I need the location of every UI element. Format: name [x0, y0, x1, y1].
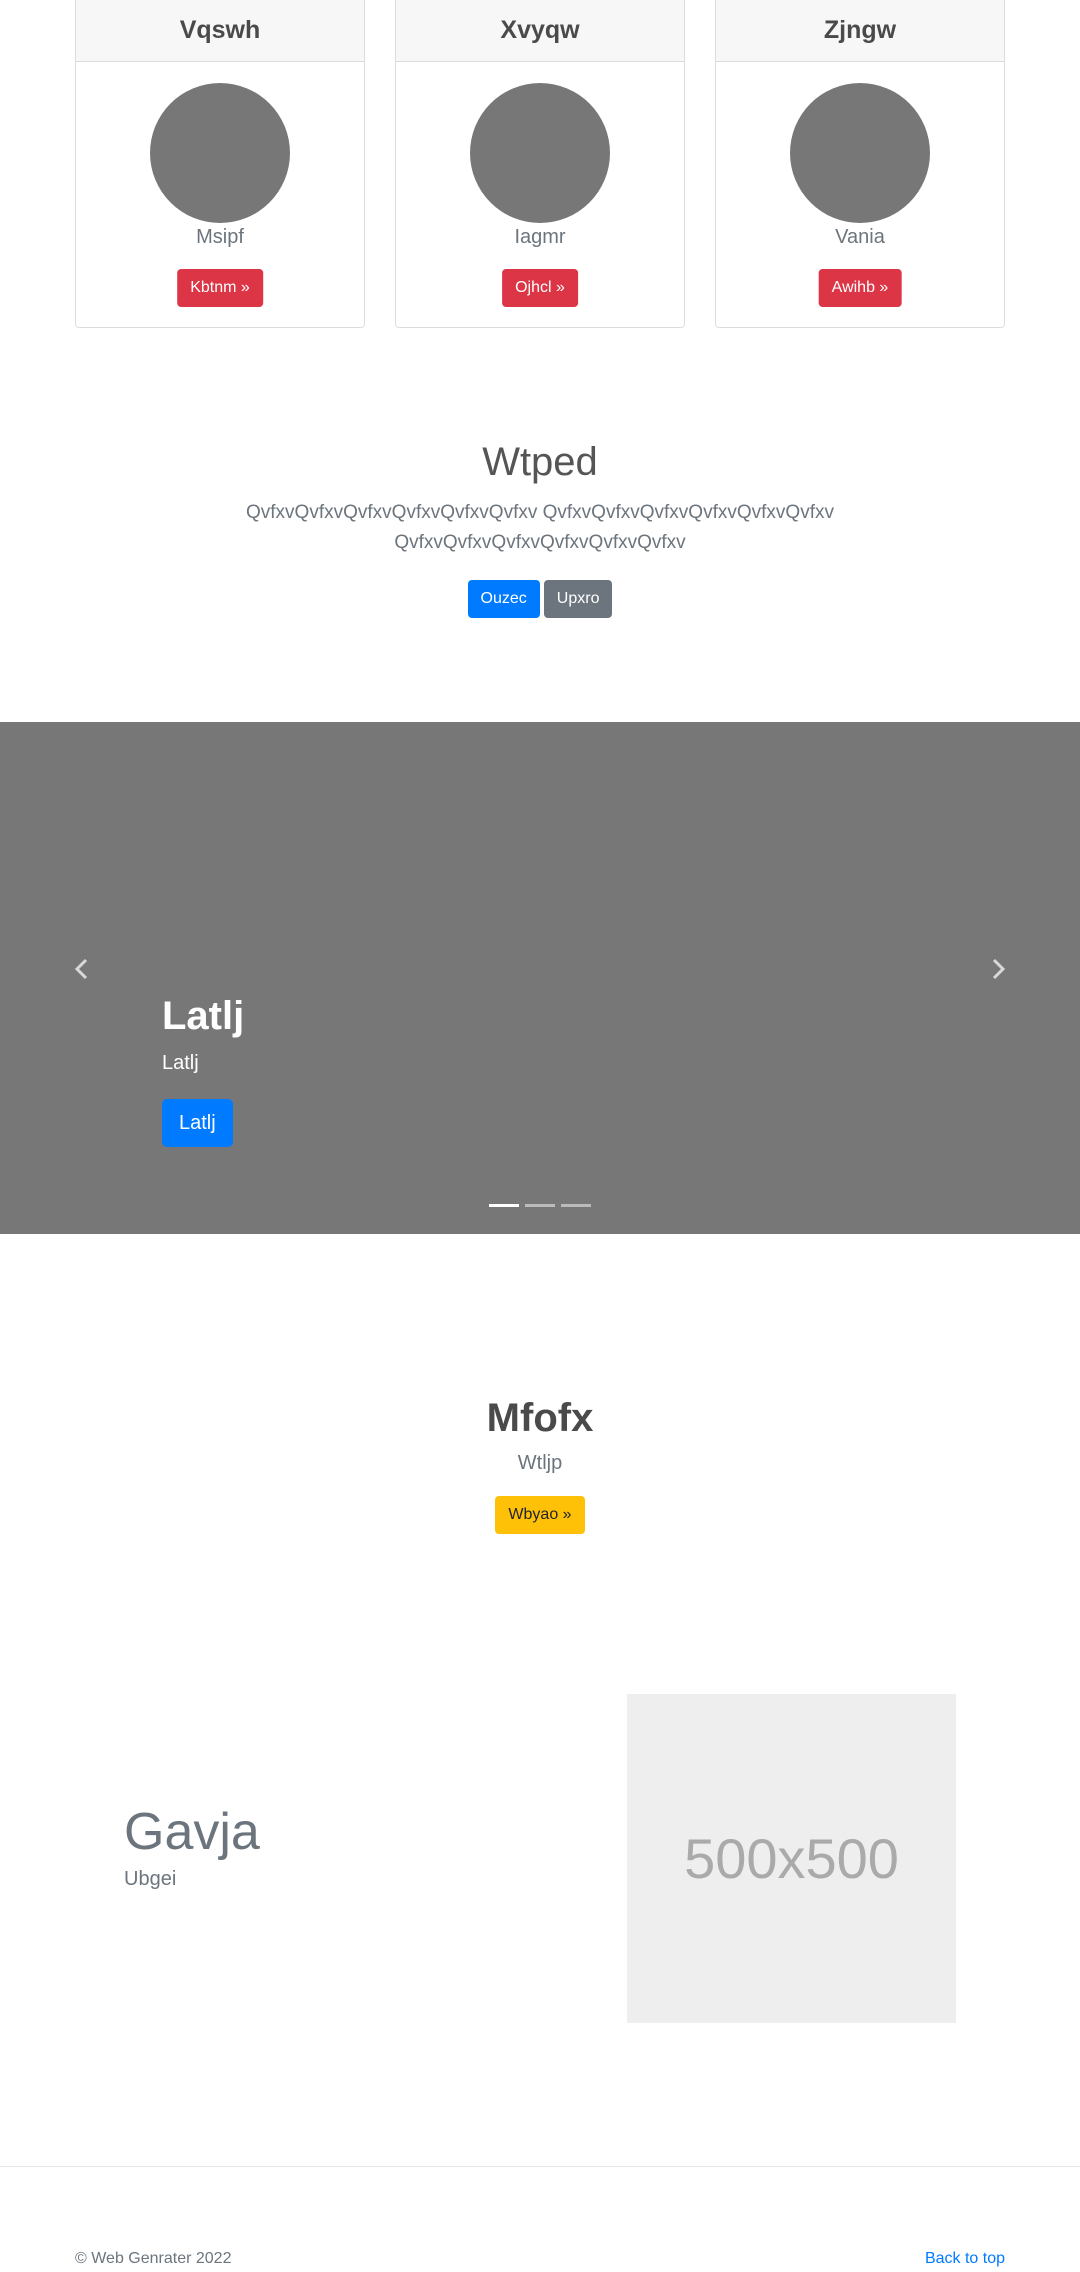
card-title: Vqswh	[75, 0, 365, 62]
carousel-caption-button[interactable]: Latlj	[162, 1099, 233, 1147]
carousel: Latlj Latlj Latlj	[0, 722, 1080, 1234]
split-subtitle: Ubgei	[124, 1868, 177, 1890]
footer-divider	[0, 2166, 1080, 2167]
image-placeholder: 500x500	[627, 1694, 956, 2023]
featured-title: Mfofx	[486, 1396, 594, 1440]
card-title: Xvyqw	[395, 0, 685, 62]
hero-button-group: Ouzec Upxro	[0, 580, 1080, 618]
card-button[interactable]: Ojhcl »	[502, 269, 578, 307]
carousel-indicator-1[interactable]	[489, 1204, 519, 1207]
avatar-placeholder	[470, 83, 610, 223]
featured-button-wrap: Wbyao »	[0, 1496, 1080, 1534]
hero-lead: QvfxvQvfxvQvfxvQvfxvQvfxvQvfxv QvfxvQvfx…	[246, 502, 834, 553]
hero-primary-button[interactable]: Ouzec	[467, 580, 540, 618]
carousel-next-button[interactable]	[984, 954, 1014, 984]
avatar-placeholder	[790, 83, 930, 223]
featured-button[interactable]: Wbyao »	[495, 1496, 585, 1534]
hero-secondary-button[interactable]: Upxro	[543, 580, 613, 618]
image-placeholder-label: 500x500	[684, 1827, 899, 1890]
carousel-indicator-3[interactable]	[561, 1204, 591, 1207]
card-text: Msipf	[196, 226, 244, 248]
carousel-indicator-2[interactable]	[525, 1204, 555, 1207]
card-group: Vqswh Msipf Kbtnm » Xvyqw Iagmr Ojhcl » …	[75, 0, 1005, 328]
carousel-prev-button[interactable]	[66, 954, 96, 984]
chevron-right-icon	[992, 958, 1006, 980]
avatar-placeholder	[150, 83, 290, 223]
card-3: Zjngw Vania Awihb »	[715, 0, 1005, 328]
back-to-top-link[interactable]: Back to top	[925, 2250, 1005, 2268]
card-button[interactable]: Awihb »	[818, 269, 902, 307]
card-text: Iagmr	[514, 226, 566, 248]
card-2: Xvyqw Iagmr Ojhcl »	[395, 0, 685, 328]
carousel-indicators	[0, 1204, 1080, 1207]
card-title: Zjngw	[715, 0, 1005, 62]
featured-subtitle: Wtljp	[517, 1452, 563, 1474]
card-1: Vqswh Msipf Kbtnm »	[75, 0, 365, 328]
carousel-caption-title: Latlj	[162, 994, 245, 1038]
footer-copyright: © Web Genrater 2022	[75, 2250, 232, 2267]
carousel-caption-text: Latlj	[162, 1052, 199, 1074]
card-text: Vania	[835, 226, 885, 248]
card-button[interactable]: Kbtnm »	[177, 269, 263, 307]
chevron-left-icon	[74, 958, 88, 980]
split-title: Gavja	[124, 1803, 260, 1861]
hero-title: Wtped	[482, 440, 598, 484]
